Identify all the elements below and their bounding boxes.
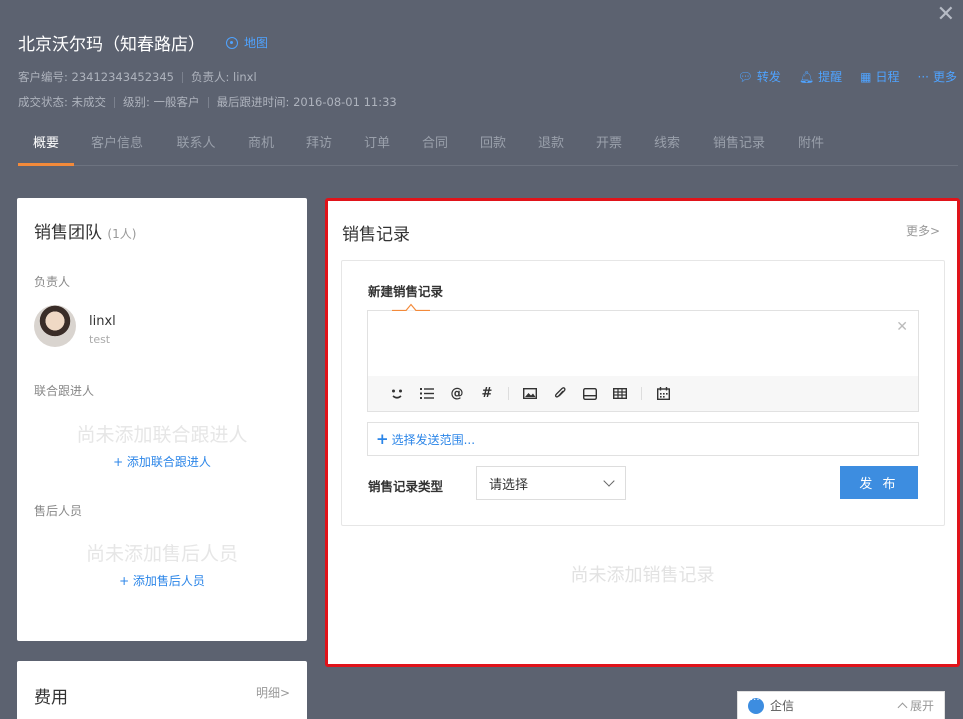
- sales-record-more-link[interactable]: 更多>: [906, 222, 940, 239]
- expand-label: 展开: [909, 699, 934, 713]
- co-follower-label: 联合跟进人: [34, 384, 95, 398]
- after-sales-empty: 尚未添加售后人员: [85, 543, 238, 565]
- record-editor: ✕ @ #: [367, 303, 919, 412]
- sales-team-title: 销售团队 (1人): [34, 218, 136, 243]
- map-link[interactable]: 地图: [226, 34, 268, 51]
- tab-customer-info[interactable]: 客户信息: [74, 122, 160, 166]
- qixin-label: 企信: [770, 699, 795, 713]
- expand-button[interactable]: 展开: [897, 697, 934, 714]
- calendar-icon: ▦: [860, 69, 872, 84]
- add-after-sales-link[interactable]: + 添加售后人员: [17, 572, 307, 589]
- customer-id: 客户编号: 23412343452345: [18, 70, 174, 84]
- select-scope-field[interactable]: + 选择发送范围...: [367, 422, 919, 456]
- owner-label: 负责人: [34, 275, 71, 289]
- bell-icon: 🔔︎: [798, 69, 815, 84]
- remind-button[interactable]: 🔔︎ 提醒: [799, 68, 842, 85]
- tab-bar: 概要 客户信息 联系人 商机 拜访 订单 合同 回款 退款 开票 线索 销售记录…: [18, 122, 958, 166]
- close-icon[interactable]: ✕: [937, 4, 955, 26]
- record-type-value: 请选择: [489, 477, 529, 493]
- owner-name: linxl: [89, 314, 116, 329]
- schedule-button[interactable]: ▦ 日程: [860, 68, 899, 85]
- remind-label: 提醒: [818, 70, 843, 84]
- sales-record-title: 销售记录: [342, 225, 410, 245]
- header-actions: 💬︎ 转发 🔔︎ 提醒 ▦ 日程 ··· 更多: [738, 68, 957, 85]
- customer-meta-row-2: 成交状态: 未成交 级别: 一般客户 最后跟进时间: 2016-08-01 11…: [18, 94, 397, 110]
- editor-caret-icon: [392, 303, 430, 311]
- publish-button[interactable]: 发 布: [840, 466, 918, 499]
- sales-team-title-text: 销售团队: [34, 223, 102, 243]
- cost-title: 费用: [34, 688, 68, 708]
- forward-button[interactable]: 💬︎ 转发: [738, 68, 781, 85]
- record-type-label: 销售记录类型: [368, 479, 444, 494]
- tab-visits[interactable]: 拜访: [290, 122, 348, 166]
- sales-team-panel: 销售团队 (1人) 负责人 linxl test 联合跟进人 尚未添加联合跟进人…: [17, 198, 307, 641]
- more-button[interactable]: ··· 更多: [918, 68, 957, 85]
- divider: [114, 96, 116, 108]
- forward-label: 转发: [756, 70, 781, 84]
- tab-attachments[interactable]: 附件: [782, 122, 840, 166]
- tab-overview[interactable]: 概要: [18, 122, 74, 166]
- after-sales-label: 售后人员: [34, 504, 83, 518]
- tab-opportunities[interactable]: 商机: [232, 122, 290, 166]
- customer-meta-row-1: 客户编号: 23412343452345 负责人: linxl: [18, 69, 257, 85]
- customer-title: 北京沃尔玛（知春路店）: [18, 35, 205, 55]
- tab-contacts[interactable]: 联系人: [160, 122, 232, 166]
- add-co-follower-link[interactable]: + 添加联合跟进人: [17, 453, 307, 470]
- plus-icon: +: [376, 430, 389, 448]
- customer-owner: 负责人: linxl: [190, 70, 257, 84]
- more-label: 更多: [932, 70, 957, 84]
- deal-status: 成交状态: 未成交: [18, 95, 107, 109]
- new-sales-record-composer: 新建销售记录 ✕ @ # + 选择发送范围... 销售记录类型 请选择 发 布: [341, 260, 945, 526]
- customer-level: 级别: 一般客户: [123, 95, 200, 109]
- chevron-up-icon: [897, 702, 908, 713]
- list-icon[interactable]: [412, 384, 442, 404]
- owner-role: test: [89, 333, 111, 346]
- more-icon: ···: [917, 69, 929, 84]
- emoji-icon[interactable]: [382, 384, 412, 404]
- new-sales-record-title: 新建销售记录: [368, 284, 444, 299]
- avatar[interactable]: [34, 305, 76, 347]
- sales-record-empty: 尚未添加销售记录: [570, 565, 715, 586]
- schedule-label: 日程: [875, 70, 900, 84]
- record-content-input[interactable]: [368, 311, 918, 376]
- attachment-icon[interactable]: [545, 384, 575, 404]
- chat-icon: 💬︎: [737, 69, 753, 84]
- tab-leads[interactable]: 线索: [638, 122, 696, 166]
- last-followup-time: 最后跟进时间: 2016-08-01 11:33: [216, 95, 397, 109]
- select-scope-label: 选择发送范围...: [391, 432, 476, 447]
- tab-invoices[interactable]: 开票: [580, 122, 638, 166]
- image-icon[interactable]: [515, 384, 545, 404]
- sales-record-panel: 销售记录 更多> 新建销售记录 ✕ @ # + 选择发送范围... 销售记录类型…: [325, 198, 960, 667]
- customer-header: ✕ 北京沃尔玛（知春路店） 地图 客户编号: 23412343452345 负责…: [0, 0, 963, 175]
- record-type-select[interactable]: 请选择: [476, 466, 626, 500]
- divider: [181, 71, 183, 83]
- sales-team-count: (1人): [107, 227, 137, 241]
- table-icon[interactable]: [605, 384, 635, 404]
- calendar-icon[interactable]: [648, 384, 678, 404]
- tab-payments[interactable]: 回款: [464, 122, 522, 166]
- toolbar-divider: [508, 387, 509, 400]
- chat-bubble-icon: [748, 695, 764, 714]
- hashtag-icon[interactable]: #: [472, 384, 502, 404]
- qixin-label-group: 企信: [748, 695, 795, 714]
- tab-refunds[interactable]: 退款: [522, 122, 580, 166]
- toolbar-divider: [641, 387, 642, 400]
- co-follower-empty: 尚未添加联合跟进人: [76, 424, 248, 446]
- cost-panel: 费用 明细>: [17, 661, 307, 719]
- tab-sales-records[interactable]: 销售记录: [696, 122, 782, 166]
- close-icon[interactable]: ✕: [896, 319, 908, 335]
- map-label: 地图: [244, 36, 269, 50]
- tab-contracts[interactable]: 合同: [406, 122, 464, 166]
- qixin-chat-bar[interactable]: 企信 展开: [737, 691, 945, 719]
- storage-icon[interactable]: [575, 384, 605, 404]
- cost-detail-link[interactable]: 明细>: [256, 684, 290, 701]
- mention-icon[interactable]: @: [442, 384, 472, 404]
- tab-orders[interactable]: 订单: [348, 122, 406, 166]
- divider: [207, 96, 209, 108]
- location-pin-icon: [226, 36, 238, 49]
- editor-toolbar: @ #: [368, 376, 918, 411]
- chevron-down-icon: [603, 475, 615, 487]
